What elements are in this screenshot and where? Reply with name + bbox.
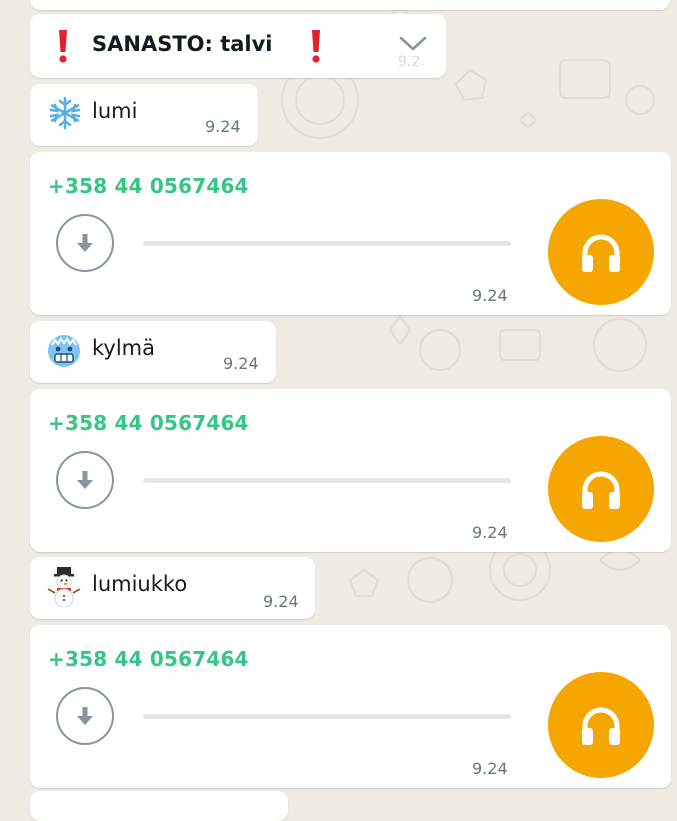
audio-avatar [548,672,654,778]
download-arrow-icon [77,471,93,489]
text-message-bubble: lumiukko 9.24 [30,557,315,619]
next-message-bubble [30,791,288,821]
audio-progress-track[interactable] [143,241,511,246]
exclamation-icon [59,30,67,63]
headphones-icon [582,234,620,272]
download-button[interactable] [56,687,114,745]
cold-face-icon [48,335,80,367]
message-time: 9.24 [472,286,508,305]
download-button[interactable] [56,214,114,272]
download-arrow-icon [77,234,93,252]
snowman-icon [47,567,81,607]
download-button[interactable] [56,451,114,509]
sender-name[interactable]: +358 44 0567464 [48,174,249,198]
message-text: kylmä [92,336,155,360]
headphones-icon [582,471,620,509]
exclamation-icon [312,30,320,63]
download-arrow-icon [77,707,93,725]
audio-avatar [548,199,654,305]
voice-message-bubble: +358 44 0567464 9.24 [30,152,671,315]
text-message-bubble: lumi 9.24 [30,84,258,146]
message-text: lumiukko [92,572,188,596]
message-time: 9.24 [223,354,259,373]
audio-progress-track[interactable] [143,478,511,483]
message-time: 9.24 [472,759,508,778]
sender-name[interactable]: +358 44 0567464 [48,411,249,435]
pinned-message-header[interactable]: SANASTO: talvi 9.2. [30,14,446,78]
message-time: 9.24 [205,117,241,136]
faded-timestamp: 9.2. [398,54,425,70]
voice-message-bubble: +358 44 0567464 9.24 [30,389,671,552]
sender-name[interactable]: +358 44 0567464 [48,647,249,671]
message-text: lumi [92,99,138,123]
chevron-down-icon[interactable] [398,34,428,54]
snowflake-icon [49,96,81,130]
message-time: 9.24 [472,523,508,542]
pinned-header-title: SANASTO: talvi [92,32,273,56]
voice-message-bubble: +358 44 0567464 9.24 [30,625,671,788]
message-time: 9.24 [263,592,299,611]
audio-progress-track[interactable] [143,714,511,719]
headphones-icon [582,707,620,745]
previous-message-bubble [30,0,670,10]
audio-avatar [548,436,654,542]
text-message-bubble: kylmä 9.24 [30,321,276,383]
